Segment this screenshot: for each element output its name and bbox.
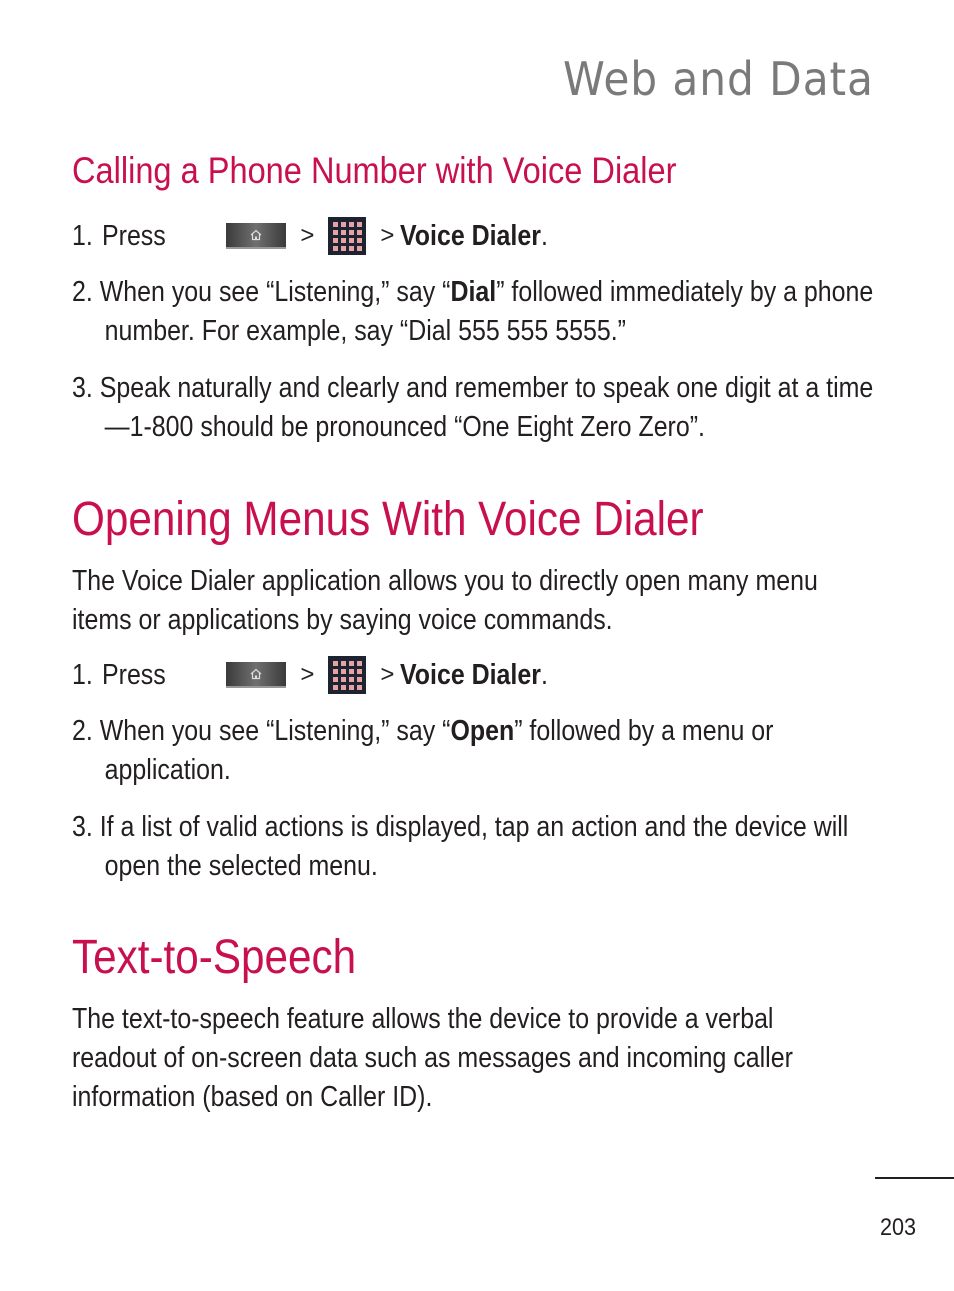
home-key-icon (226, 662, 287, 688)
voice-dialer-label: Voice Dialer (400, 219, 542, 252)
subheading-calling-phone-number: Calling a Phone Number with Voice Dialer (72, 150, 677, 191)
step-target: Voice Dialer. (400, 220, 548, 253)
intro-paragraph: The text-to-speech feature allows the de… (72, 1003, 793, 1113)
step-text: When you see “Listening,” say “ (99, 715, 451, 747)
intro-paragraph: The Voice Dialer application allows you … (72, 565, 818, 636)
press-label: Press (102, 219, 166, 252)
voice-dialer-label: Voice Dialer (400, 658, 542, 691)
separator: > (380, 661, 395, 688)
step-target: Voice Dialer. (400, 659, 548, 692)
step-text: If a list of valid actions is displayed,… (99, 811, 849, 882)
step-number: 1. (72, 658, 93, 691)
footer-rule (875, 1177, 954, 1179)
step-1-press-row: 1. Press > > Voice Dialer. (72, 655, 572, 695)
step-number: 2. (72, 715, 93, 747)
step-text: Speak naturally and clearly and remember… (99, 372, 874, 443)
step-number: 1. (72, 219, 93, 252)
page-number: 203 (880, 1214, 917, 1241)
step-number: 2. (72, 276, 93, 308)
step-3: 3. If a list of valid actions is display… (72, 808, 880, 886)
command-keyword: Dial (450, 276, 497, 308)
period: . (541, 219, 549, 252)
section-header: Web and Data (563, 52, 874, 106)
apps-grid-icon (328, 656, 367, 694)
step-number: 3. (72, 372, 93, 404)
heading-text-to-speech: Text-to-Speech (72, 931, 357, 984)
step-number: 3. (72, 811, 93, 843)
separator: > (300, 661, 315, 688)
heading-opening-menus: Opening Menus With Voice Dialer (72, 493, 704, 546)
step-1-press-row: 1. Press > > Voice Dialer. (72, 216, 572, 256)
apps-grid-icon (328, 217, 367, 255)
period: . (541, 658, 549, 691)
step-2: 2. When you see “Listening,” say “Dial” … (72, 273, 880, 351)
step-2: 2. When you see “Listening,” say “Open” … (72, 712, 880, 790)
separator: > (380, 222, 395, 249)
step-3: 3. Speak naturally and clearly and remem… (72, 369, 880, 447)
separator: > (300, 222, 315, 249)
home-key-icon (226, 223, 287, 249)
command-keyword: Open (450, 715, 515, 747)
step-text: When you see “Listening,” say “ (99, 276, 451, 308)
press-label: Press (102, 658, 166, 691)
